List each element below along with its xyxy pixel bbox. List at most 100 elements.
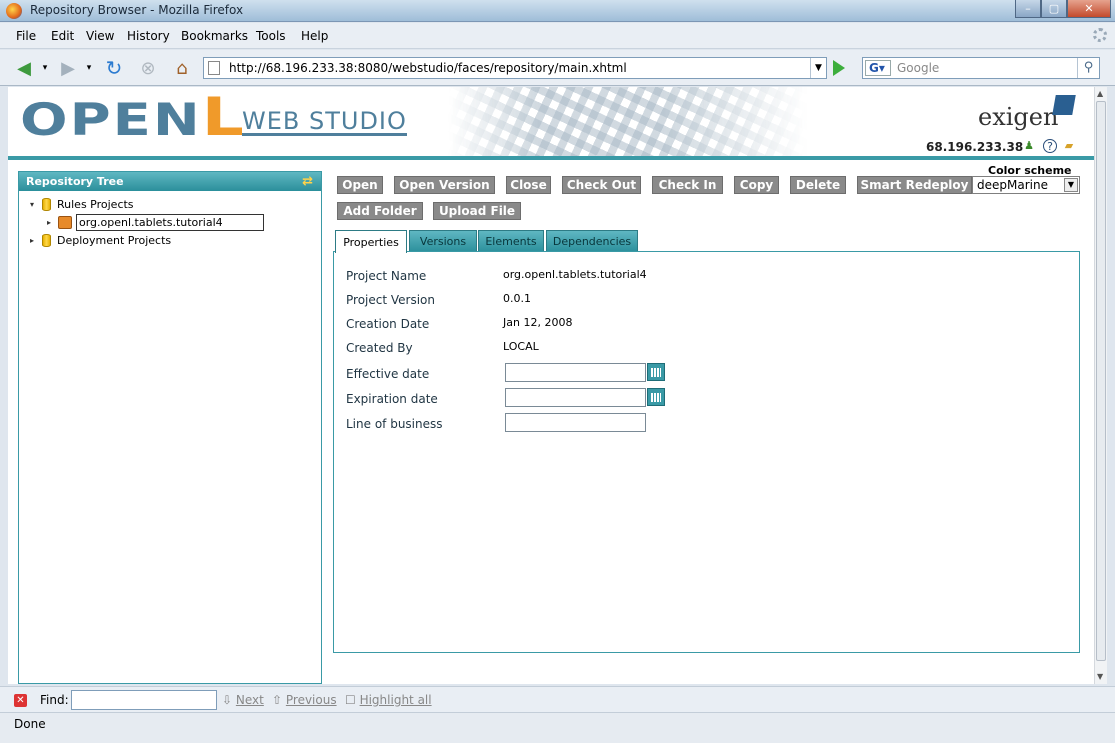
tree-node-project[interactable]: ▸ org.openl.tablets.tutorial4 [44,213,264,231]
forward-icon[interactable]: ▶ [56,56,80,80]
find-next-button[interactable]: ⇩ Next [222,693,264,707]
folder-icon[interactable]: ▰ [1062,139,1076,153]
vertical-scrollbar[interactable]: ▲ ▼ [1094,87,1107,684]
project-version-value: 0.0.1 [503,292,531,305]
creation-date-label: Creation Date [346,317,430,331]
app-header: OPENL WEB STUDIO exigen 68.196.233.38 ♟ … [8,87,1094,161]
expand-icon[interactable]: ▸ [44,218,54,227]
tree-node-rules-projects[interactable]: ▾ Rules Projects [27,196,134,212]
page-icon [208,61,220,75]
menu-file[interactable]: File [16,29,36,43]
throbber-icon [1093,28,1107,42]
expand-icon[interactable]: ▸ [27,236,37,245]
calendar-icon[interactable] [647,388,665,406]
home-icon[interactable]: ⌂ [170,56,194,80]
forward-history-icon[interactable]: ▾ [84,56,94,80]
tree-node-label-selected[interactable]: org.openl.tablets.tutorial4 [76,213,264,231]
menu-history[interactable]: History [127,29,170,43]
maximize-button[interactable]: ▢ [1041,0,1067,18]
header-grid-artwork [448,87,808,157]
tree-node-label[interactable]: Rules Projects [57,198,134,211]
exigen-mark-icon [1052,95,1076,115]
search-engine-icon[interactable]: G▾ [865,60,891,76]
tab-elements[interactable]: Elements [478,230,544,252]
line-of-business-input[interactable] [505,413,646,432]
project-icon [58,215,72,229]
delete-button[interactable]: Delete [790,176,846,194]
search-box[interactable]: G▾ Google ⚲ [862,57,1100,79]
url-bar[interactable]: http://68.196.233.38:8080/webstudio/face… [203,57,827,79]
repository-tree-panel: Repository Tree ⇄ ▾ Rules Projects ▸ org… [18,171,322,684]
url-text[interactable]: http://68.196.233.38:8080/webstudio/face… [229,61,627,75]
color-scheme-select[interactable]: deepMarine ▼ [972,176,1080,194]
project-name-label: Project Name [346,269,427,283]
close-button[interactable]: Close [506,176,551,194]
help-icon[interactable]: ? [1043,139,1057,153]
created-by-label: Created By [346,341,413,355]
back-icon[interactable]: ◀ [12,56,36,80]
check-in-button[interactable]: Check In [652,176,723,194]
stop-icon[interactable]: ⊗ [136,56,160,80]
go-icon[interactable] [833,60,845,76]
created-by-value: LOCAL [503,340,539,353]
find-label: Find: [40,693,69,707]
scroll-down-icon[interactable]: ▼ [1097,672,1103,681]
tree-node-label[interactable]: Deployment Projects [57,234,171,247]
project-version-label: Project Version [346,293,435,307]
open-version-button[interactable]: Open Version [394,176,495,194]
effective-date-label: Effective date [346,367,430,381]
refresh-icon[interactable]: ⇄ [302,174,313,189]
scrollbar-thumb[interactable] [1096,101,1106,661]
highlight-all-button[interactable]: ☐ Highlight all [345,693,432,707]
expiration-date-input[interactable] [505,388,646,407]
menu-help[interactable]: Help [301,29,328,43]
url-history-dropdown[interactable]: ▼ [810,58,826,78]
upload-file-button[interactable]: Upload File [433,202,521,220]
menu-view[interactable]: View [86,29,114,43]
repository-icon [42,233,51,247]
tab-dependencies[interactable]: Dependencies [546,230,638,252]
repository-tree-title: Repository Tree [26,175,124,188]
find-bar: ✕ Find: ⇩ Next ⇧ Previous ☐ Highlight al… [0,686,1115,712]
check-out-button[interactable]: Check Out [562,176,641,194]
user-icon[interactable]: ♟ [1022,139,1036,153]
window-title: Repository Browser - Mozilla Firefox [30,3,244,17]
back-history-icon[interactable]: ▾ [40,56,50,80]
navigation-toolbar: ◀ ▾ ▶ ▾ ↻ ⊗ ⌂ http://68.196.233.38:8080/… [0,50,1115,86]
collapse-icon[interactable]: ▾ [27,200,37,209]
project-name-value: org.openl.tablets.tutorial4 [503,268,647,281]
web-studio-logo: WEB STUDIO [242,107,407,136]
tab-versions[interactable]: Versions [409,230,477,252]
repository-tree-header: Repository Tree ⇄ [19,172,321,191]
menu-tools[interactable]: Tools [256,29,286,43]
calendar-icon[interactable] [647,363,665,381]
copy-button[interactable]: Copy [734,176,779,194]
search-placeholder[interactable]: Google [897,61,939,75]
find-previous-button[interactable]: ⇧ Previous [272,693,337,707]
reload-icon[interactable]: ↻ [102,56,126,80]
smart-redeploy-button[interactable]: Smart Redeploy [857,176,972,194]
close-window-button[interactable]: ✕ [1067,0,1111,18]
openl-logo: OPENL [20,87,246,148]
tree-node-deployment-projects[interactable]: ▸ Deployment Projects [27,232,171,248]
menubar: File Edit View History Bookmarks Tools H… [0,23,1115,49]
find-input[interactable] [71,690,217,710]
window-titlebar: Repository Browser - Mozilla Firefox – ▢… [0,0,1115,22]
scroll-up-icon[interactable]: ▲ [1097,89,1103,98]
tab-properties[interactable]: Properties [335,230,407,253]
exigen-logo: exigen [978,103,1059,131]
status-text: Done [14,717,46,731]
effective-date-input[interactable] [505,363,646,382]
open-button[interactable]: Open [337,176,383,194]
minimize-button[interactable]: – [1015,0,1041,18]
status-bar: Done [0,712,1115,743]
chevron-down-icon[interactable]: ▼ [1064,178,1078,192]
expiration-date-label: Expiration date [346,392,438,406]
close-find-icon[interactable]: ✕ [14,694,27,707]
search-icon[interactable]: ⚲ [1077,58,1099,78]
menu-edit[interactable]: Edit [51,29,74,43]
page-content: OPENL WEB STUDIO exigen 68.196.233.38 ♟ … [8,87,1094,684]
menu-bookmarks[interactable]: Bookmarks [181,29,248,43]
host-label: 68.196.233.38 [926,140,1024,154]
add-folder-button[interactable]: Add Folder [337,202,423,220]
